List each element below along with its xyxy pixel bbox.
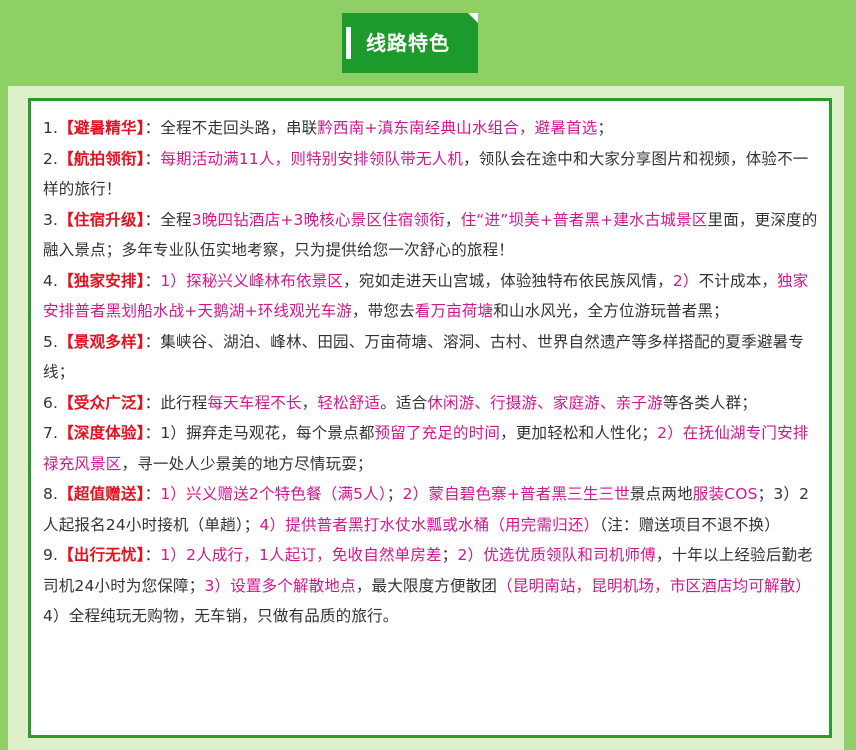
feature-highlight: 每期活动满11人，则特别安排领队带无人机: [160, 149, 464, 168]
feature-heading: 【受众广泛】: [58, 393, 145, 412]
feature-heading: 【独家安排】: [58, 271, 145, 290]
feature-text: ；: [441, 546, 458, 564]
feature-highlight: 1）2人成行，1人起订，免收自然单房差: [160, 546, 442, 564]
feature-text: ：全程不走回头路，串联: [144, 119, 318, 137]
feature-text: ，宛如走进天山宫城，体验独特布依民族风情，: [343, 271, 673, 290]
feature-text: 1.: [43, 119, 59, 137]
feature-text: 9.: [43, 546, 59, 564]
feature-text: ，: [301, 393, 318, 412]
feature-item: 5.【景观多样】：集峡谷、湖泊、峰林、田园、万亩荷塘、溶洞、古村、世界自然遗产等…: [43, 327, 819, 388]
feature-text: 4.: [43, 271, 59, 290]
feature-text: ；: [386, 485, 403, 503]
feature-heading: 【住宿升级】: [58, 210, 145, 229]
feature-heading: 【深度体验】: [58, 424, 145, 442]
feature-highlight: 住“进”坝美+普者黑+建水古城景区: [460, 210, 708, 229]
feature-text: 8.: [43, 485, 59, 503]
feature-text: 不计成本，: [698, 271, 778, 290]
feature-text: 等各类人群；: [662, 393, 758, 412]
feature-highlight: 黔西南+滇东南经典山水组合，避暑首选: [317, 119, 598, 137]
feature-heading: 【超值赠送】: [58, 485, 145, 503]
feature-text: ：: [144, 149, 161, 168]
section-title: 线路特色: [366, 31, 450, 55]
feature-text: ：: [144, 485, 161, 503]
feature-heading: 【景观多样】: [58, 332, 145, 351]
feature-heading: 【出行无忧】: [58, 546, 145, 564]
feature-item: 3.【住宿升级】：全程3晚四钻酒店+3晚核心景区住宿领衔，住“进”坝美+普者黑+…: [43, 205, 819, 266]
feature-highlight: 1）兴义赠送2个特色餐（满5人）: [160, 485, 387, 503]
feature-item: 6.【受众广泛】：此行程每天车程不长，轻松舒适。适合休闲游、行摄游、家庭游、亲子…: [43, 388, 819, 419]
section-title-tab: 线路特色: [342, 13, 478, 73]
feature-text: 4）全程纯玩无购物，无车销，只做有品质的旅行。: [43, 607, 399, 625]
feature-item: 1.【避暑精华】：全程不走回头路，串联黔西南+滇东南经典山水组合，避暑首选；: [43, 113, 819, 144]
feature-text: 7.: [43, 424, 59, 442]
feature-text: （注：赠送项目不退不换）: [599, 515, 780, 534]
feature-item: 8.【超值赠送】：1）兴义赠送2个特色餐（满5人）；2）蒙自碧色寨+普者黑三生三…: [43, 479, 819, 540]
feature-text: ：1）摒弃走马观花，每个景点都: [144, 424, 375, 442]
feature-highlight: 每天车程不长: [207, 393, 302, 412]
feature-text: ；: [597, 119, 614, 137]
feature-highlight: 2）: [672, 271, 699, 290]
title-accent-bar: [346, 27, 351, 59]
feature-heading: 【避暑精华】: [58, 119, 145, 137]
feature-text: ：: [144, 546, 161, 564]
feature-highlight: 服装COS: [692, 485, 758, 503]
feature-text: 6.: [43, 393, 59, 412]
feature-highlight: 预留了充足的时间: [374, 424, 501, 442]
content-panel: 1.【避暑精华】：全程不走回头路，串联黔西南+滇东南经典山水组合，避暑首选； 2.…: [8, 86, 844, 750]
feature-item: 9.【出行无忧】：1）2人成行，1人起订，免收自然单房差；2）优选优质领队和司机…: [43, 540, 819, 632]
feature-highlight: 轻松舒适: [317, 393, 381, 412]
feature-text: ，最大限度方便散团: [355, 576, 498, 595]
feature-highlight: 1）探秘兴义峰林布依景区: [160, 271, 344, 290]
feature-heading: 【航拍领衔】: [58, 149, 145, 168]
feature-item: 7.【深度体验】：1）摒弃走马观花，每个景点都预留了充足的时间，更加轻松和人性化…: [43, 418, 819, 479]
feature-highlight: （昆明南站，昆明机场，市区酒店均可解散）: [497, 576, 812, 595]
feature-highlight: 3晚四钻酒店+3晚核心景区住宿领衔: [191, 210, 445, 229]
feature-text: ，: [444, 210, 461, 229]
feature-text: ：: [144, 271, 161, 290]
feature-text: 。适合: [380, 393, 428, 412]
feature-text: 5.: [43, 332, 59, 351]
feature-item: 2.【航拍领衔】：每期活动满11人，则特别安排领队带无人机，领队会在途中和大家分…: [43, 144, 819, 205]
feature-highlight: 3）设置多个解散地点: [204, 576, 356, 595]
feature-highlight: 2）优选优质领队和司机师傅: [457, 546, 656, 564]
feature-text: ：集峡谷、湖泊、峰林、田园、万亩荷塘、溶洞、古村、世界自然遗产等多样搭配的夏季避…: [43, 332, 805, 382]
feature-text: 和山水风光，全方位游玩普者黑；: [493, 302, 729, 320]
feature-highlight: 4）提供普者黑打水仗水瓢或水桶（用完需归还）: [259, 515, 600, 534]
feature-text: ，带您去: [351, 302, 415, 320]
feature-item: 4.【独家安排】：1）探秘兴义峰林布依景区，宛如走进天山宫城，体验独特布依民族风…: [43, 266, 819, 327]
feature-highlight: 休闲游、行摄游、家庭游、亲子游: [427, 393, 663, 412]
feature-text: ：全程: [144, 210, 192, 229]
feature-text: 2.: [43, 149, 59, 168]
feature-text: 3.: [43, 210, 59, 229]
feature-text: 景点两地: [629, 485, 693, 503]
feature-highlight: 2）蒙自碧色寨+普者黑三生三世: [402, 485, 630, 503]
features-box: 1.【避暑精华】：全程不走回头路，串联黔西南+滇东南经典山水组合，避暑首选； 2.…: [28, 98, 832, 738]
feature-text: ，寻一处人少景美的地方尽情玩耍；: [121, 454, 373, 473]
feature-text: ：此行程: [144, 393, 208, 412]
feature-highlight: 看万亩荷塘: [414, 302, 494, 320]
features-list: 1.【避暑精华】：全程不走回头路，串联黔西南+滇东南经典山水组合，避暑首选； 2.…: [43, 113, 819, 632]
feature-text: ，更加轻松和人性化；: [500, 424, 658, 442]
title-corner-fold: [468, 13, 478, 23]
